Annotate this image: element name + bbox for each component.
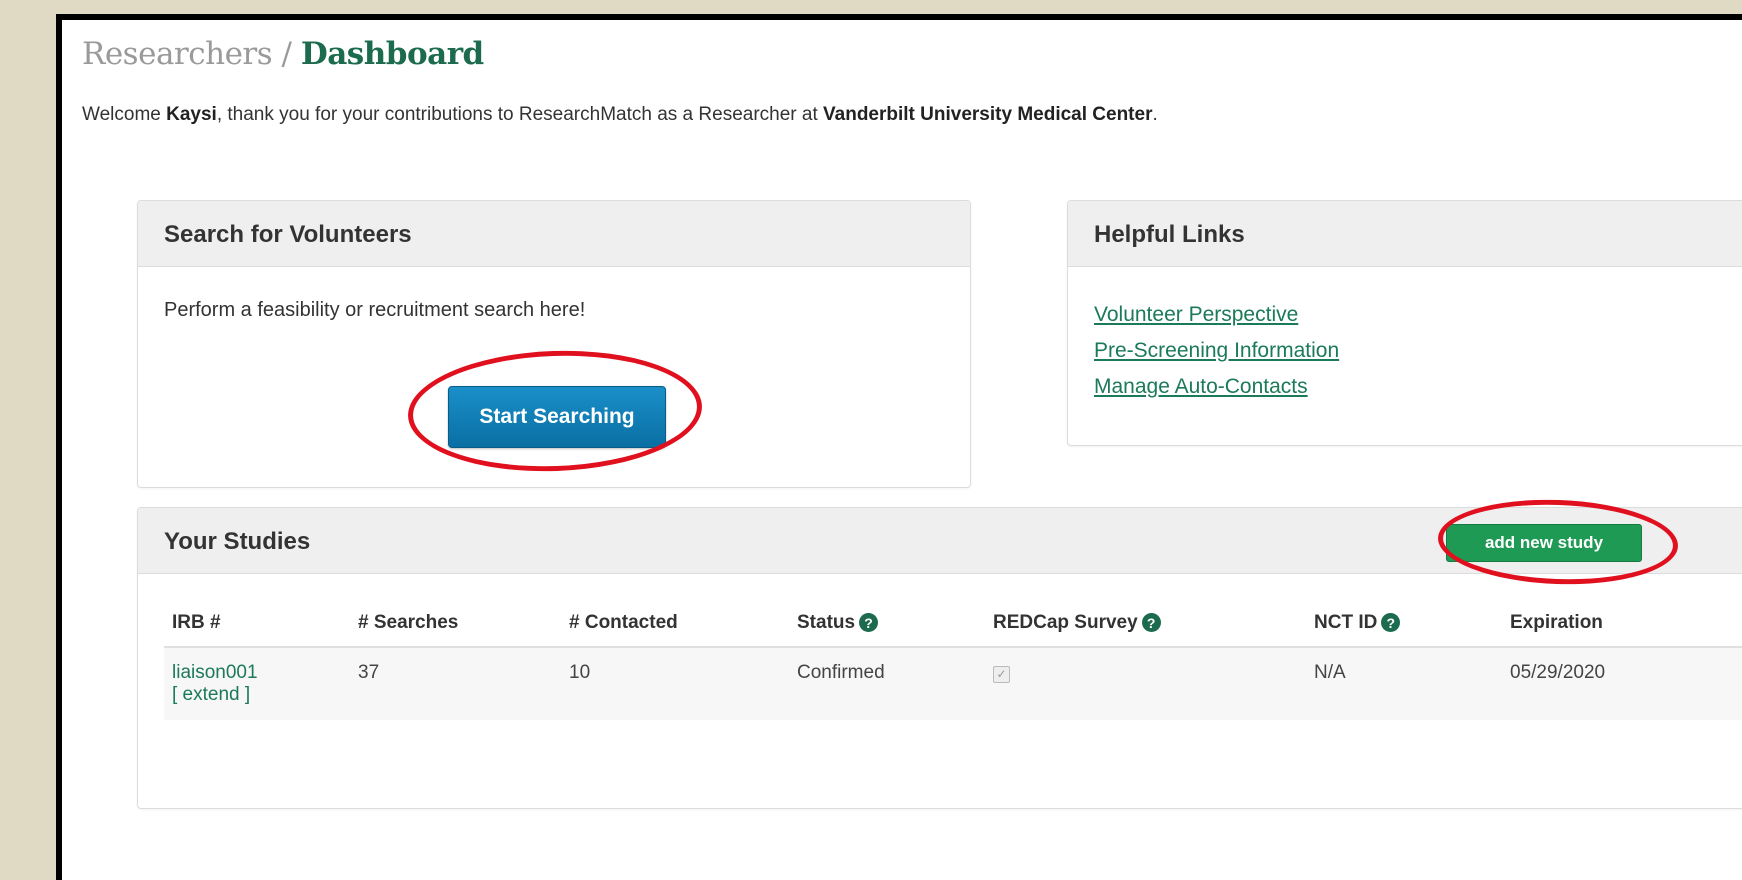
breadcrumb-current: Dashboard [300,36,484,72]
links-list: Volunteer Perspective Pre-Screening Info… [1094,297,1339,405]
search-description: Perform a feasibility or recruitment sea… [164,299,586,321]
redcap-header-label: REDCap Survey [993,612,1138,633]
question-circle-icon[interactable]: ? [1141,613,1161,633]
breadcrumb-separator: / [272,36,301,72]
breadcrumb-parent[interactable]: Researchers [82,36,273,72]
link-manage-auto-contacts[interactable]: Manage Auto-Contacts [1094,369,1339,405]
cell-redcap: ✓ [985,647,1306,720]
question-circle-icon[interactable]: ? [1381,613,1401,633]
extend-link[interactable]: [ extend ] [172,684,342,706]
panel-title: Search for Volunteers [138,201,970,267]
column-header-expiration: Expiration [1502,596,1742,648]
panel-title: Helpful Links [1068,201,1742,267]
cell-contacted: 10 [561,647,789,720]
table-row: liaison001 [ extend ] 37 10 Confirmed ✓ … [164,647,1742,720]
column-header-nct: NCT ID? [1306,596,1502,648]
user-name: Kaysi [166,104,217,125]
panel-title: Your Studies add new study [138,495,1742,589]
add-new-study-button[interactable]: add new study [1446,524,1642,562]
column-header-contacted: # Contacted [561,596,789,648]
breadcrumb: Researchers / Dashboard [82,36,484,72]
search-volunteers-panel: Search for Volunteers Perform a feasibil… [137,200,971,488]
column-header-irb: IRB # [164,596,350,648]
cell-searches: 37 [350,647,561,720]
start-searching-button[interactable]: Start Searching [448,386,666,448]
table-header-row: IRB # # Searches # Contacted Status? RED… [164,596,1742,648]
cell-irb: liaison001 [ extend ] [164,647,350,720]
checkbox-checked-icon: ✓ [993,666,1010,683]
welcome-prefix: Welcome [82,104,167,125]
column-header-redcap: REDCap Survey? [985,596,1306,648]
institution-name: Vanderbilt University Medical Center [823,104,1153,125]
nct-header-label: NCT ID [1314,612,1378,633]
helpful-links-panel: Helpful Links Volunteer Perspective Pre-… [1067,200,1742,446]
column-header-searches: # Searches [350,596,561,648]
welcome-middle: , thank you for your contributions to Re… [216,104,824,125]
your-studies-panel: Your Studies add new study IRB # # Searc… [137,495,1742,809]
link-volunteer-perspective[interactable]: Volunteer Perspective [1094,297,1339,333]
cell-status: Confirmed [789,647,985,720]
welcome-message: Welcome Kaysi, thank you for your contri… [82,104,1158,126]
cell-nct-id: N/A [1306,647,1502,720]
link-pre-screening-information[interactable]: Pre-Screening Information [1094,333,1339,369]
status-header-label: Status [797,612,856,633]
column-header-status: Status? [789,596,985,648]
question-circle-icon[interactable]: ? [859,613,879,633]
your-studies-title: Your Studies [164,528,311,555]
studies-table: IRB # # Searches # Contacted Status? RED… [164,596,1742,720]
irb-link[interactable]: liaison001 [172,662,342,684]
welcome-suffix: . [1152,104,1158,125]
cell-expiration: 05/29/2020 [1502,647,1742,720]
page: Researchers / Dashboard Welcome Kaysi, t… [62,20,1742,880]
